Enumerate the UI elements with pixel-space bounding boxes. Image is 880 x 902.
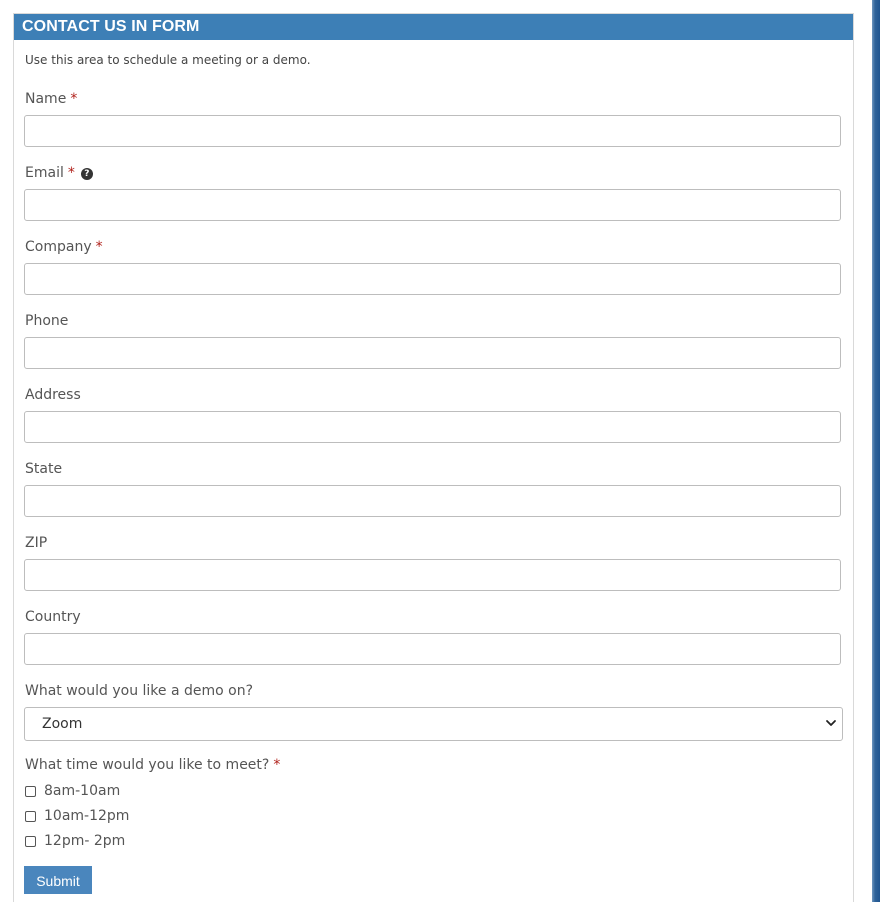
demo-label: What would you like a demo on?	[25, 683, 254, 699]
required-marker: *	[67, 165, 75, 181]
checkbox[interactable]	[25, 810, 36, 822]
meeting-time-label: What time would you like to meet? *	[25, 757, 280, 773]
demo-select-value: Zoom	[42, 716, 83, 732]
address-input[interactable]	[24, 411, 841, 443]
email-label: Email *?	[25, 165, 93, 181]
phone-input[interactable]	[24, 337, 841, 369]
checkbox-label: 10am-12pm	[44, 808, 130, 824]
zip-input[interactable]	[24, 559, 841, 591]
checkbox[interactable]	[25, 785, 36, 797]
contact-form: CONTACT US IN FORM Use this area to sche…	[13, 13, 854, 902]
meeting-option-8am-10am[interactable]: 8am-10am	[25, 782, 120, 800]
required-marker: *	[273, 757, 281, 773]
email-input[interactable]	[24, 189, 841, 221]
company-label-text: Company	[25, 239, 92, 255]
meeting-option-12pm-2pm[interactable]: 12pm- 2pm	[25, 832, 125, 850]
country-input[interactable]	[24, 633, 841, 665]
country-label: Country	[25, 609, 81, 625]
demo-select[interactable]: Zoom	[24, 707, 843, 741]
checkbox[interactable]	[25, 835, 36, 847]
address-label: Address	[25, 387, 81, 403]
checkbox-label: 8am-10am	[44, 783, 121, 799]
name-label-text: Name	[25, 91, 67, 107]
page-edge-stripe	[872, 0, 880, 902]
meeting-option-10am-12pm[interactable]: 10am-12pm	[25, 807, 129, 825]
company-label: Company *	[25, 239, 103, 255]
name-input[interactable]	[24, 115, 841, 147]
chevron-down-icon	[826, 720, 836, 726]
question-circle-icon[interactable]: ?	[80, 168, 93, 180]
meeting-time-label-text: What time would you like to meet?	[25, 757, 270, 773]
phone-label: Phone	[25, 313, 69, 329]
submit-button[interactable]: Submit	[24, 866, 92, 894]
required-marker: *	[70, 91, 78, 107]
zip-label: ZIP	[25, 535, 48, 551]
company-input[interactable]	[24, 263, 841, 295]
required-marker: *	[95, 239, 103, 255]
state-input[interactable]	[24, 485, 841, 517]
name-label: Name *	[25, 91, 77, 107]
form-title: CONTACT US IN FORM	[14, 14, 853, 40]
state-label: State	[25, 461, 63, 477]
checkbox-label: 12pm- 2pm	[44, 833, 126, 849]
page: CONTACT US IN FORM Use this area to sche…	[0, 0, 880, 902]
form-intro: Use this area to schedule a meeting or a…	[25, 53, 311, 67]
email-label-text: Email	[25, 165, 64, 181]
